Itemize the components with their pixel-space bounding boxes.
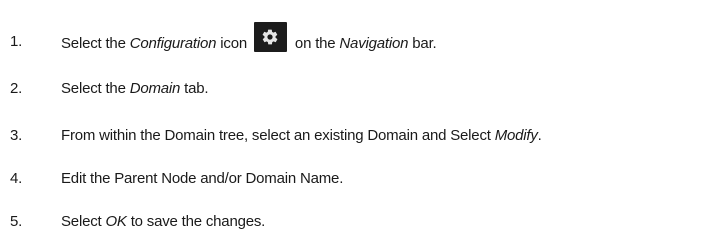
step-text: Select OK to save the changes. xyxy=(61,212,266,230)
gear-icon xyxy=(262,29,278,45)
step-number: 1. xyxy=(10,32,23,50)
instruction-steps: 1. Select the Configuration icon on the … xyxy=(0,0,718,242)
step-number: 2. xyxy=(10,79,23,97)
step-text: Edit the Parent Node and/or Domain Name. xyxy=(61,169,344,187)
step-text: Select the Configuration icon on the Nav… xyxy=(61,22,437,56)
step-text: Select the Domain tab. xyxy=(61,79,209,97)
step-number: 5. xyxy=(10,212,23,230)
step-number: 3. xyxy=(10,126,23,144)
configuration-icon xyxy=(253,22,287,52)
step-number: 4. xyxy=(10,169,23,187)
step-text: From within the Domain tree, select an e… xyxy=(61,126,542,144)
